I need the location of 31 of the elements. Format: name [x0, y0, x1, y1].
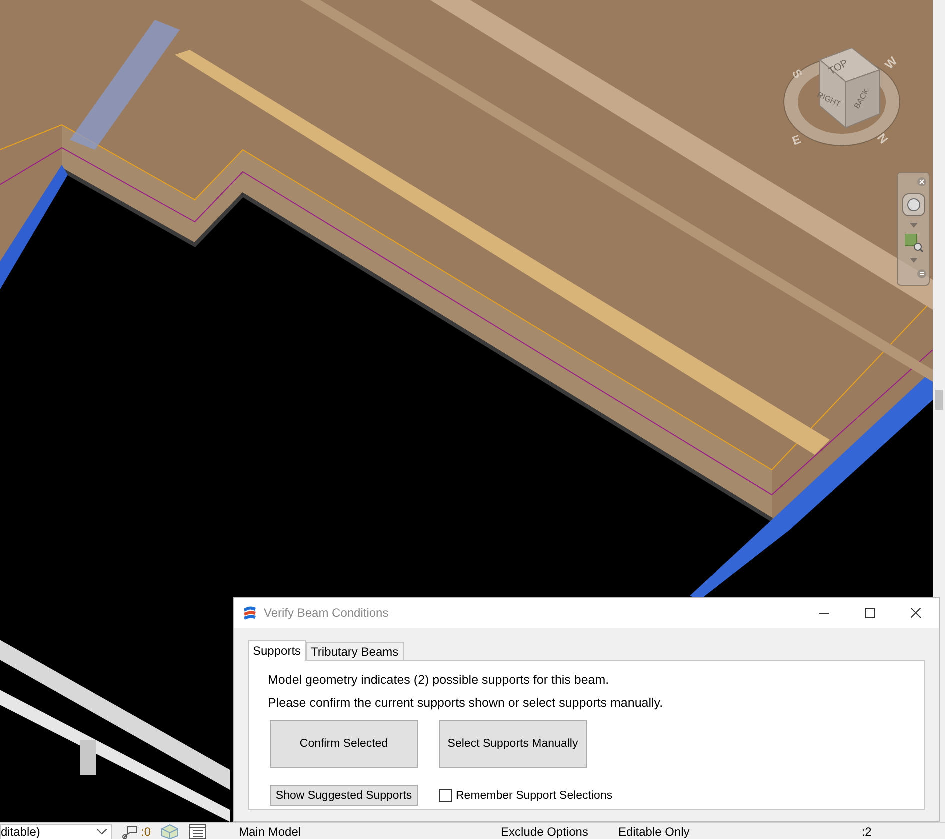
maximize-icon — [865, 608, 875, 618]
workset-dropdown[interactable]: ditable) — [0, 824, 112, 839]
action-button[interactable]: Select Supports Manually — [439, 720, 587, 768]
steering-wheel-icon — [902, 193, 926, 217]
action-button[interactable]: Confirm Selected — [270, 720, 418, 768]
close-icon — [917, 177, 927, 187]
scroll-thumb[interactable] — [935, 390, 943, 410]
message-text: Please confirm the current supports shown or select supports manually. — [268, 696, 664, 710]
dropdown-value: ditable) — [1, 824, 40, 838]
chevron-down-icon — [97, 828, 107, 834]
menu-icon — [917, 269, 927, 279]
editable-only-field[interactable]: Editable Only — [618, 824, 690, 838]
design-options-field[interactable]: Exclude Options — [501, 824, 588, 838]
caret-icon — [910, 223, 918, 228]
pin-icon — [122, 824, 138, 839]
tab[interactable]: Tributary Beams — [306, 642, 404, 660]
cube-icon — [161, 824, 180, 839]
zoom-icon — [904, 234, 922, 252]
checkbox[interactable] — [439, 789, 452, 802]
filter-count: :2 — [862, 824, 872, 838]
message-text: Model geometry indicates (2) possible supports for this beam. — [268, 673, 610, 687]
model-field[interactable]: Main Model — [239, 824, 302, 838]
selection-count: :0 — [141, 824, 152, 838]
tab[interactable]: Supports — [248, 640, 306, 661]
caret-icon — [910, 258, 918, 263]
close-icon — [911, 608, 921, 618]
app-logo-icon — [242, 605, 258, 621]
show-suggested-supports-button[interactable]: Show Suggested Supports — [270, 785, 418, 806]
list-icon — [189, 824, 208, 839]
window-title: Verify Beam Conditions — [264, 606, 389, 620]
checkbox-label[interactable]: Remember Support Selections — [456, 790, 613, 802]
